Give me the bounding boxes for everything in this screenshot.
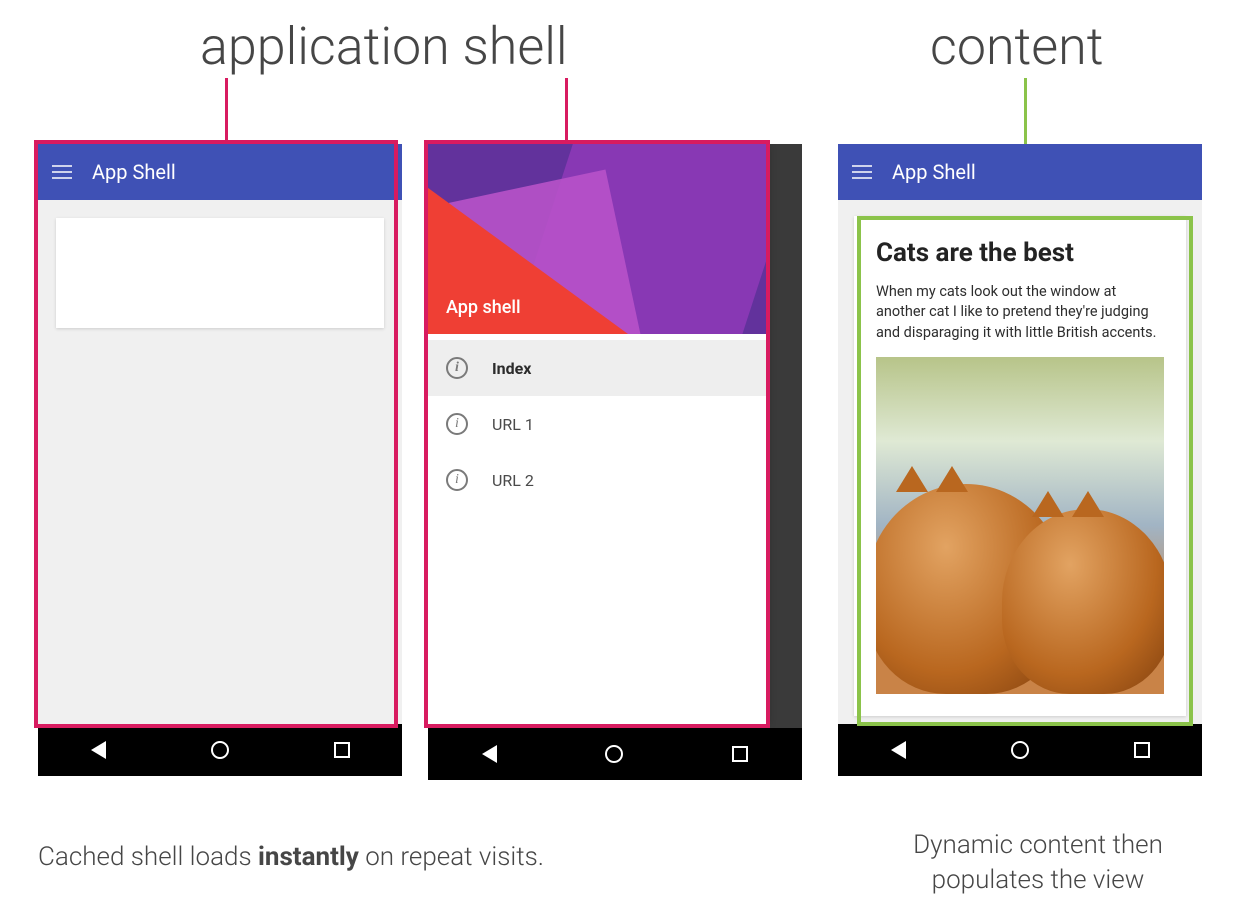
back-icon[interactable] [482,745,497,763]
recent-icon[interactable] [334,742,350,758]
hamburger-icon[interactable] [852,165,872,179]
app-bar-title: App Shell [892,160,976,184]
diagram-title-app-shell: application shell [200,16,568,77]
connector-line [225,78,228,142]
connector-line [565,78,568,142]
home-icon[interactable] [605,745,623,763]
app-bar: App Shell [838,144,1202,200]
caption-content: Dynamic content then populates the view [856,828,1220,898]
recent-icon[interactable] [1134,742,1150,758]
android-nav-bar [838,724,1202,776]
outline-app-shell [34,140,398,728]
android-nav-bar [38,724,402,776]
recent-icon[interactable] [732,746,748,762]
home-icon[interactable] [211,741,229,759]
caption-app-shell: Cached shell loads instantly on repeat v… [38,840,544,875]
back-icon[interactable] [891,741,906,759]
back-icon[interactable] [91,741,106,759]
diagram-title-content: content [930,16,1104,77]
home-icon[interactable] [1011,741,1029,759]
android-nav-bar [428,728,802,780]
outline-content [857,216,1193,726]
outline-app-shell [424,140,770,728]
